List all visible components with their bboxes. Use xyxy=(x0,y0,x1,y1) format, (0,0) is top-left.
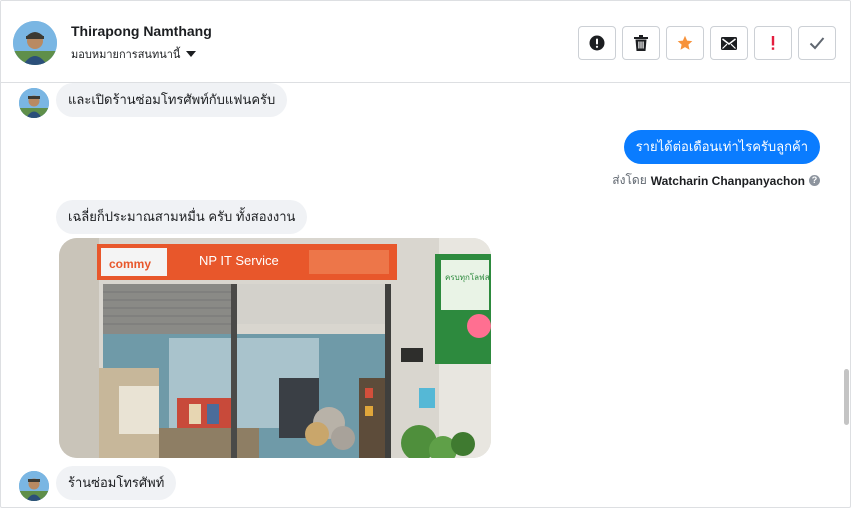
trash-icon xyxy=(634,35,648,51)
incoming-message: เฉลี่ยก็ประมาณสามหมื่น ครับ ทั้งสองงาน xyxy=(56,200,308,234)
flag-button[interactable] xyxy=(754,26,792,60)
scrollbar-thumb[interactable] xyxy=(844,369,849,425)
avatar xyxy=(19,471,49,501)
assign-conversation-dropdown[interactable]: มอบหมายการสนทนานี้ xyxy=(71,45,197,63)
sign-title: NP IT Service xyxy=(199,253,279,268)
sender-name: Watcharin Chanpanyachon xyxy=(650,173,805,188)
alert-icon xyxy=(589,35,605,51)
caret-down-icon xyxy=(186,51,197,57)
done-button[interactable] xyxy=(798,26,836,60)
avatar[interactable] xyxy=(13,21,57,65)
side-sign-text: ครบทุกโลฟสไตล์ xyxy=(445,272,491,282)
contact-name: Thirapong Namthang xyxy=(71,23,212,39)
outgoing-message: รายได้ต่อเดือนเท่าไรครับลูกค้า xyxy=(623,130,820,164)
delete-button[interactable] xyxy=(622,26,660,60)
conversation-actions xyxy=(578,26,836,60)
spam-button[interactable] xyxy=(578,26,616,60)
message-thread[interactable]: และเปิดร้านซ่อมโทรศัพท์กับแฟนครับ รายได้… xyxy=(1,83,850,507)
mark-unread-button[interactable] xyxy=(710,26,748,60)
star-button[interactable] xyxy=(666,26,704,60)
assign-label: มอบหมายการสนทนานี้ xyxy=(71,49,181,61)
incoming-message: ร้านซ่อมโทรศัพท์ xyxy=(56,466,177,500)
shop-photo: commy NP IT Service ครบทุกโลฟส xyxy=(59,238,491,458)
conversation-header: Thirapong Namthang มอบหมายการสนทนานี้ xyxy=(1,1,850,83)
sent-by-prefix: ส่งโดย xyxy=(612,173,647,187)
check-icon xyxy=(809,37,825,50)
avatar xyxy=(19,88,49,118)
shop-photo-attachment[interactable]: commy NP IT Service ครบทุกโลฟส xyxy=(59,238,491,458)
inbox-conversation-panel: Thirapong Namthang มอบหมายการสนทนานี้ แล… xyxy=(0,0,851,508)
info-icon[interactable]: ? xyxy=(809,175,820,186)
sign-brand: commy xyxy=(109,257,151,271)
exclamation-icon xyxy=(771,36,775,50)
star-icon xyxy=(677,35,693,50)
incoming-message: และเปิดร้านซ่อมโทรศัพท์กับแฟนครับ xyxy=(56,83,288,117)
mail-icon xyxy=(721,36,737,50)
sent-by-line: ส่งโดย Watcharin Chanpanyachon ? xyxy=(612,171,820,190)
